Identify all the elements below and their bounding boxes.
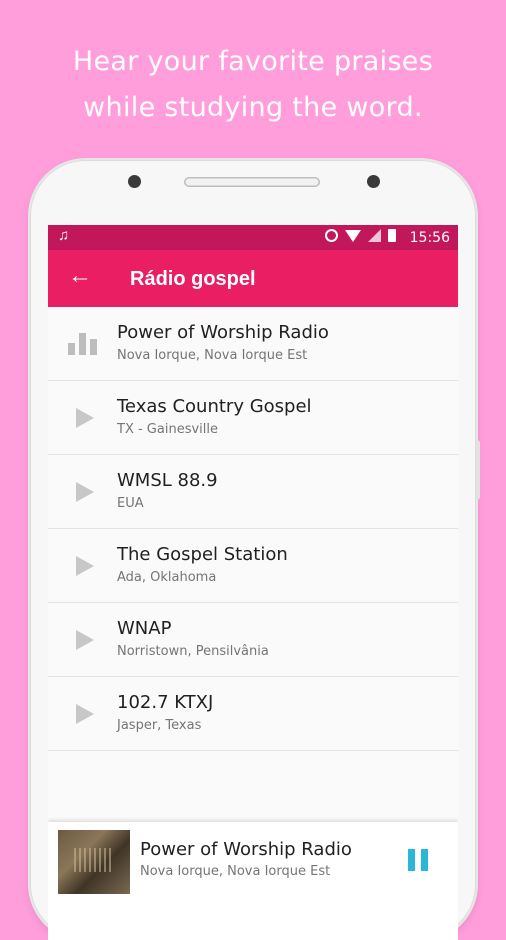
music-note-icon: ♫: [58, 227, 70, 244]
promo-line-1: Hear your favorite praises: [72, 46, 434, 77]
station-row[interactable]: Texas Country Gospel TX - Gainesville: [48, 381, 458, 455]
station-name: Power of Worship Radio: [117, 322, 329, 343]
battery-icon: [388, 229, 396, 242]
station-location: Jasper, Texas: [117, 718, 202, 733]
station-name: The Gospel Station: [117, 544, 288, 565]
promo-line-2: while studying the word.: [83, 92, 423, 123]
page-title: Rádio gospel: [130, 268, 256, 290]
station-list: Power of Worship Radio Nova Iorque, Nova…: [48, 307, 458, 822]
station-location: Nova Iorque, Nova Iorque Est: [117, 348, 308, 363]
play-icon[interactable]: [76, 408, 94, 428]
alarm-icon: [325, 229, 338, 242]
pause-icon[interactable]: [408, 849, 430, 871]
station-name: 102.7 KTXJ: [117, 692, 214, 713]
play-icon[interactable]: [76, 482, 94, 502]
play-icon[interactable]: [76, 556, 94, 576]
speaker-grille: [184, 177, 320, 187]
play-icon[interactable]: [76, 630, 94, 650]
back-arrow-icon[interactable]: ←: [68, 262, 92, 290]
sensor-icon: [367, 175, 380, 188]
wifi-icon: [345, 229, 361, 242]
station-name: Texas Country Gospel: [117, 396, 312, 417]
station-name: WMSL 88.9: [117, 470, 218, 491]
side-button: [476, 440, 480, 500]
status-icons: [325, 229, 396, 242]
signal-icon: [368, 229, 381, 242]
station-location: Ada, Oklahoma: [117, 570, 217, 585]
front-camera-icon: [128, 175, 141, 188]
now-playing-bar[interactable]: Power of Worship Radio Nova Iorque, Nova…: [48, 822, 458, 940]
station-name: WNAP: [117, 618, 172, 639]
station-location: EUA: [117, 496, 144, 511]
station-location: TX - Gainesville: [117, 422, 218, 437]
station-row[interactable]: 102.7 KTXJ Jasper, Texas: [48, 677, 458, 751]
app-bar: ← Rádio gospel: [48, 250, 458, 307]
station-row[interactable]: WNAP Norristown, Pensilvânia: [48, 603, 458, 677]
now-playing-name: Power of Worship Radio: [140, 839, 352, 860]
station-location: Norristown, Pensilvânia: [117, 644, 269, 659]
status-bar: ♫ 15:56: [48, 225, 458, 250]
now-playing-location: Nova Iorque, Nova Iorque Est: [140, 864, 331, 879]
station-artwork: [58, 830, 130, 894]
status-time: 15:56: [409, 230, 450, 246]
station-row[interactable]: WMSL 88.9 EUA: [48, 455, 458, 529]
screen: ♫ 15:56 ← Rádio gospel Power of Worship …: [48, 225, 458, 940]
station-row[interactable]: Power of Worship Radio Nova Iorque, Nova…: [48, 307, 458, 381]
station-row[interactable]: The Gospel Station Ada, Oklahoma: [48, 529, 458, 603]
equalizer-icon: [68, 331, 98, 355]
play-icon[interactable]: [76, 704, 94, 724]
phone-frame: ♫ 15:56 ← Rádio gospel Power of Worship …: [30, 160, 480, 940]
